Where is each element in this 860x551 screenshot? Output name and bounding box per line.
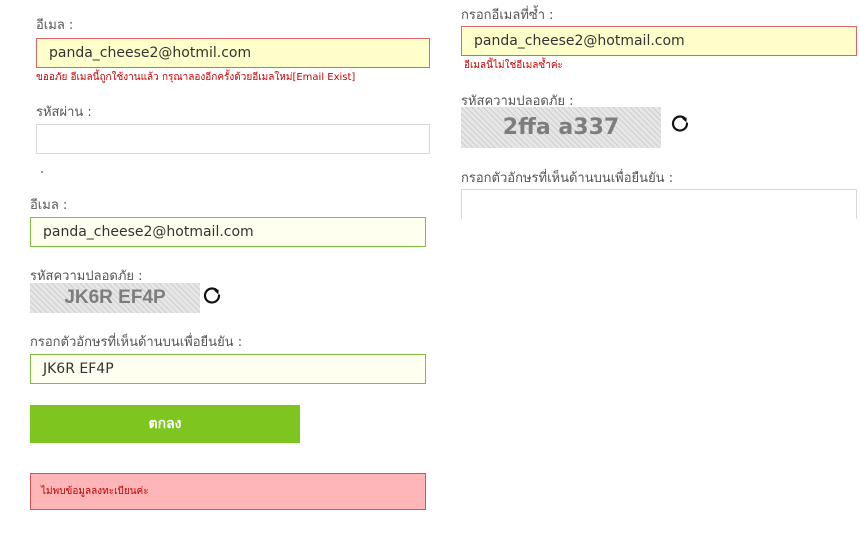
email-label: อีเมล : <box>36 18 74 33</box>
refresh-icon[interactable] <box>670 113 690 133</box>
error-alert: ไม่พบข้อมูลลงทะเบียนค่ะ <box>30 473 426 510</box>
captcha-image: JK6R EF4P <box>30 283 200 313</box>
captcha-input-label: กรอกตัวอักษรที่เห็นด้านบนเพื่อยืนยัน : <box>30 335 243 350</box>
confirm-email-label: กรอกอีเมลที่ซ้ำ : <box>461 8 554 23</box>
confirm-email-error-message: อีเมลนี้ไม่ใช่อีเมลซ้ำค่ะ <box>464 60 563 71</box>
captcha-image: 2ffa a337 <box>461 107 661 148</box>
password-label: รหัสผ่าน : <box>36 105 92 120</box>
password-field[interactable] <box>36 124 430 154</box>
captcha-input-label: กรอกตัวอักษรที่เห็นด้านบนเพื่อยืนยัน : <box>461 171 674 186</box>
refresh-icon[interactable] <box>202 285 222 305</box>
email-field[interactable]: panda_cheese2@hotmil.com <box>36 38 430 68</box>
captcha-input-field[interactable]: JK6R EF4P <box>30 354 426 384</box>
error-alert-text: ไม่พบข้อมูลลงทะเบียนค่ะ <box>41 486 149 497</box>
submit-button[interactable]: ตกลง <box>30 405 300 443</box>
email-error-message: ขออภัย อีเมลนี้ถูกใช้งานแล้ว กรุณาลองอีก… <box>36 72 356 83</box>
email-field[interactable]: panda_cheese2@hotmail.com <box>30 217 426 247</box>
email-label: อีเมล : <box>30 198 68 213</box>
captcha-input-field[interactable] <box>461 189 857 219</box>
divider-dot <box>41 171 43 173</box>
confirm-email-field[interactable]: panda_cheese2@hotmail.com <box>461 26 857 56</box>
